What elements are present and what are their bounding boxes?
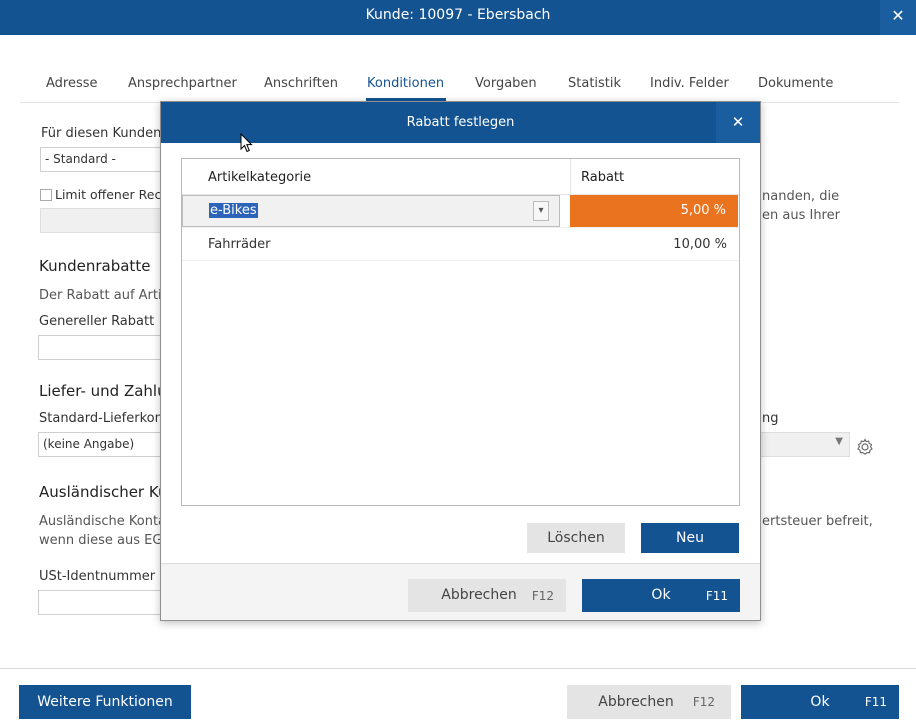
tab-konditionen[interactable]: Konditionen: [367, 76, 444, 91]
loeschen-button[interactable]: Löschen: [527, 523, 625, 553]
kundenrabatte-heading: Kundenrabatte: [39, 257, 151, 275]
tab-ansprechpartner[interactable]: Ansprechpartner: [128, 76, 237, 91]
window-close-button[interactable]: ✕: [880, 0, 916, 35]
dialog-close-button[interactable]: ✕: [716, 102, 760, 143]
tab-dokumente[interactable]: Dokumente: [758, 76, 833, 91]
ust-label: USt-Identnummer: [39, 569, 156, 584]
dialog-title: Rabatt festlegen: [406, 115, 515, 130]
genereller-rabatt-input[interactable]: [38, 335, 170, 360]
rabatt-dialog: Rabatt festlegen ✕ Artikelkategorie Raba…: [160, 101, 761, 621]
ok-button[interactable]: Ok F11: [741, 685, 899, 719]
loeschen-label: Löschen: [547, 530, 605, 546]
right-desc-3: ertsteuer befreit,: [762, 514, 873, 529]
tab-bar: Adresse Ansprechpartner Anschriften Kond…: [20, 66, 899, 103]
col-header-artikelkategorie[interactable]: Artikelkategorie: [208, 170, 311, 185]
zahlungskondition-select[interactable]: ▼: [760, 432, 850, 457]
tab-anschriften[interactable]: Anschriften: [264, 76, 338, 91]
limit-label: Limit offener Rech: [55, 187, 170, 202]
ok-shortcut: F11: [864, 695, 887, 709]
zahlung-label: ng: [762, 411, 779, 426]
cancel-button[interactable]: Abbrechen F12: [567, 685, 731, 719]
tab-indiv-felder[interactable]: Indiv. Felder: [650, 76, 729, 91]
table-row[interactable]: Fahrräder 10,00 %: [182, 228, 739, 261]
auslaendisch-desc-2: wenn diese aus EG-: [39, 533, 168, 548]
weitere-funktionen-label: Weitere Funktionen: [37, 694, 173, 710]
rabatt-cell-selected[interactable]: 5,00 %: [570, 195, 738, 227]
dialog-cancel-button[interactable]: Abbrechen F12: [408, 579, 566, 612]
dialog-cancel-label: Abbrechen: [441, 587, 517, 603]
standard-lieferkond-label: Standard-Lieferkond: [39, 411, 172, 426]
kundenrabatte-desc: Der Rabatt auf Artik: [39, 288, 170, 303]
chevron-down-icon: ▼: [835, 436, 843, 447]
tab-adresse[interactable]: Adresse: [46, 76, 98, 91]
right-desc-1: nanden, die: [762, 189, 840, 204]
dialog-ok-shortcut: F11: [705, 589, 728, 603]
close-icon: ✕: [731, 113, 745, 131]
kategorie-combobox[interactable]: e-Bikes ▾: [182, 195, 560, 227]
window-titlebar: Kunde: 10097 - Ebersbach ✕: [0, 0, 916, 35]
fuer-diesen-kunden-label: Für diesen Kunden: [41, 126, 162, 141]
col-separator: [570, 159, 571, 195]
preisgruppe-select[interactable]: - Standard -: [40, 147, 170, 172]
dialog-ok-button[interactable]: Ok F11: [582, 579, 740, 612]
ust-input[interactable]: [38, 590, 170, 615]
limit-checkbox[interactable]: [40, 189, 52, 201]
cancel-label: Abbrechen: [598, 694, 674, 710]
genereller-rabatt-label: Genereller Rabatt: [39, 314, 155, 329]
rabatt-cell: 10,00 %: [673, 237, 727, 252]
lieferkondition-value: (keine Angabe): [43, 437, 135, 451]
liefer-zahlung-heading: Liefer- und Zahlu: [39, 382, 167, 400]
tab-statistik[interactable]: Statistik: [568, 76, 621, 91]
kategorie-selected-text: e-Bikes: [209, 203, 258, 218]
neu-label: Neu: [676, 530, 704, 546]
auslaendisch-heading: Ausländischer Ku: [39, 483, 168, 501]
chevron-down-icon[interactable]: ▾: [533, 201, 549, 221]
mouse-cursor-icon: [240, 133, 253, 153]
dialog-cancel-shortcut: F12: [531, 589, 554, 603]
right-desc-2: en aus Ihrer: [762, 208, 840, 223]
rabatt-grid: Artikelkategorie Rabatt e-Bikes ▾ 5,00 %…: [181, 158, 740, 506]
cancel-shortcut: F12: [692, 695, 715, 709]
preisgruppe-value: - Standard -: [45, 152, 116, 166]
table-row[interactable]: e-Bikes ▾ 5,00 %: [182, 195, 739, 228]
gear-icon[interactable]: [856, 438, 874, 456]
kategorie-cell: Fahrräder: [208, 237, 271, 252]
lieferkondition-select[interactable]: (keine Angabe): [38, 432, 170, 457]
weitere-funktionen-button[interactable]: Weitere Funktionen: [19, 685, 191, 719]
neu-button[interactable]: Neu: [641, 523, 739, 553]
tab-vorgaben[interactable]: Vorgaben: [475, 76, 537, 91]
window-title: Kunde: 10097 - Ebersbach: [365, 7, 551, 23]
grid-header: Artikelkategorie Rabatt: [182, 159, 739, 195]
close-icon: ✕: [891, 6, 905, 25]
dialog-footer: Abbrechen F12 Ok F11: [161, 563, 760, 620]
auslaendisch-desc-1: Ausländische Kontal: [39, 514, 170, 529]
rabatt-value: 5,00 %: [680, 203, 726, 218]
col-header-rabatt[interactable]: Rabatt: [581, 170, 624, 185]
footer-bar: Weitere Funktionen Abbrechen F12 Ok F11: [0, 668, 916, 722]
limit-input[interactable]: [40, 208, 170, 233]
